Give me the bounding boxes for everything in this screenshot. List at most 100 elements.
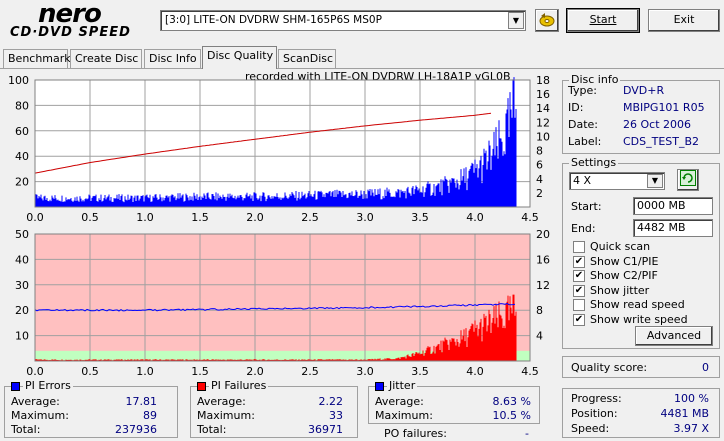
progress-label: Progress: (571, 392, 622, 405)
checkbox-show-write-speed[interactable]: ✔ Show write speed (573, 313, 713, 327)
position-value: 4481 MB (660, 407, 709, 420)
end-mb-value: 4482 MB (637, 221, 686, 234)
refresh-speed-button[interactable] (677, 169, 699, 191)
disc-date-label: Date: (568, 118, 598, 131)
jitter-maximum-label: Maximum: (375, 409, 433, 422)
po-failures-value: - (525, 427, 529, 440)
checkbox-show-jitter[interactable]: ✔ Show jitter (573, 284, 713, 298)
y-right-tick-label: 12 (536, 279, 550, 292)
y-left-tick-label: 40 (15, 150, 29, 163)
pi-errors-speed-chart: 0.0 0.5 1.0 1.5 2.0 2.5 3.0 3.5 4.0 4.5 20 40 60 80 10… (8, 74, 550, 222)
disc-label-value: CDS_TEST_B2 (623, 135, 700, 148)
exit-button[interactable]: Exit (648, 9, 720, 32)
tab-disc-quality[interactable]: Disc Quality (202, 46, 277, 69)
end-mb-input[interactable]: 4482 MB (633, 219, 713, 237)
progress-group: Progress: 100 % Position: 4481 MB Speed:… (562, 388, 720, 438)
settings-title: Settings (569, 156, 619, 169)
checkbox-label: Show read speed (590, 298, 685, 311)
position-label: Position: (571, 407, 618, 420)
tab-disc-quality-label: Disc Quality (207, 49, 274, 62)
checkbox-show-read-speed[interactable]: Show read speed (573, 298, 713, 312)
po-failures-label: PO failures: (384, 427, 447, 440)
x-tick-label: 1.0 (136, 365, 154, 376)
y-right-tick-label: 10 (536, 130, 550, 143)
x-tick-label: 2.0 (246, 365, 264, 376)
pi-failures-maximum-value: 33 (329, 409, 343, 422)
x-tick-label: 3.0 (356, 365, 374, 376)
end-mb-label: End: (571, 222, 596, 235)
start-mb-input[interactable]: 0000 MB (633, 197, 713, 215)
checkbox-show-c1-pie[interactable]: ✔ Show C1/PIE (573, 255, 713, 269)
disc-label-label: Label: (568, 135, 602, 148)
checkbox-label: Show jitter (590, 283, 650, 297)
chart-bad-zone (35, 234, 530, 361)
y-right-tick-label: 4 (536, 173, 543, 186)
y-left-tick-label: 100 (8, 74, 29, 87)
advanced-button[interactable]: Advanced (635, 326, 713, 346)
checkbox-box[interactable] (573, 241, 585, 253)
x-tick-label: 0.0 (26, 365, 44, 376)
pi-failures-title: PI Failures (209, 379, 269, 392)
disc-date-value: 26 Oct 2006 (623, 118, 692, 131)
y-right-tick-label: 8 (536, 304, 543, 317)
advanced-button-label: Advanced (646, 329, 702, 342)
refresh-drive-button[interactable] (535, 9, 559, 32)
y-right-tick-label: 16 (536, 253, 550, 266)
chevron-down-icon[interactable]: ▼ (508, 12, 524, 29)
progress-value: 100 % (674, 392, 709, 405)
y-left-tick-label: 20 (15, 304, 29, 317)
start-button[interactable]: Start (566, 8, 640, 33)
quality-score-group: Quality score: 0 (562, 356, 720, 378)
y-right-tick-label: 4 (536, 330, 543, 343)
checkbox-box[interactable]: ✔ (573, 284, 585, 297)
y-right-tick-label: 14 (536, 102, 550, 115)
x-tick-label: 2.5 (301, 211, 319, 222)
checkbox-label: Quick scan (590, 240, 651, 253)
x-tick-label: 0.5 (81, 365, 99, 376)
x-tick-label: 1.0 (136, 211, 154, 222)
checkbox-box[interactable]: ✔ (573, 270, 585, 282)
disc-id-value: MBIPG101 R05 (623, 101, 705, 114)
jitter-average-label: Average: (375, 395, 424, 408)
y-left-tick-label: 40 (15, 253, 29, 266)
start-button-label: Start (589, 13, 617, 26)
jitter-title: Jitter (387, 379, 418, 392)
tab-disc-info[interactable]: Disc Info (144, 49, 201, 68)
x-tick-label: 1.5 (191, 211, 209, 222)
speed-select[interactable]: 4 X ▼ (569, 172, 665, 190)
pi-errors-maximum-value: 89 (143, 409, 157, 422)
y-right-tick-label: 8 (536, 145, 543, 158)
pi-errors-total-value: 237936 (115, 423, 157, 436)
start-mb-value: 0000 MB (637, 199, 686, 212)
checkbox-box[interactable]: ✔ (573, 255, 585, 268)
pi-errors-legend-swatch (11, 382, 20, 391)
checkbox-show-c2-pif[interactable]: ✔ Show C2/PIF (573, 269, 713, 283)
y-right-tick-label: 12 (536, 116, 550, 129)
checkbox-box[interactable]: ✔ (573, 313, 585, 326)
tab-create-disc[interactable]: Create Disc (70, 49, 142, 68)
tab-benchmark[interactable]: Benchmark (3, 49, 71, 68)
chevron-down-icon[interactable]: ▼ (647, 174, 663, 188)
drive-select[interactable]: [3:0] LITE-ON DVDRW SHM-165P6S MS0P ▼ (160, 10, 526, 31)
tab-create-disc-label: Create Disc (75, 52, 139, 65)
pi-failures-legend-swatch (197, 382, 206, 391)
pi-failures-total-value: 36971 (308, 423, 343, 436)
jitter-stats-group: Jitter Average: 8.63 % Maximum: 10.5 % (368, 379, 540, 424)
pi-errors-maximum-label: Maximum: (11, 409, 69, 422)
checkbox-label: Show C1/PIE (590, 254, 659, 268)
speed-value: 3.97 X (673, 422, 709, 435)
jitter-average-value: 8.63 % (492, 395, 531, 408)
tab-disc-info-label: Disc Info (149, 52, 197, 65)
x-tick-label: 0.0 (26, 211, 44, 222)
checkbox-box[interactable] (573, 299, 585, 311)
x-tick-label: 4.0 (466, 211, 484, 222)
y-left-tick-label: 20 (15, 176, 29, 189)
checkbox-quick-scan[interactable]: Quick scan (573, 240, 713, 254)
pi-errors-average-value: 17.81 (125, 395, 158, 408)
pi-failures-average-value: 2.22 (318, 395, 344, 408)
tab-scandisc-label: ScanDisc (283, 52, 334, 65)
y-right-tick-label: 20 (536, 228, 550, 241)
jitter-maximum-value: 10.5 % (492, 409, 531, 422)
tab-scandisc[interactable]: ScanDisc (278, 49, 336, 68)
disc-type-value: DVD+R (623, 84, 665, 97)
